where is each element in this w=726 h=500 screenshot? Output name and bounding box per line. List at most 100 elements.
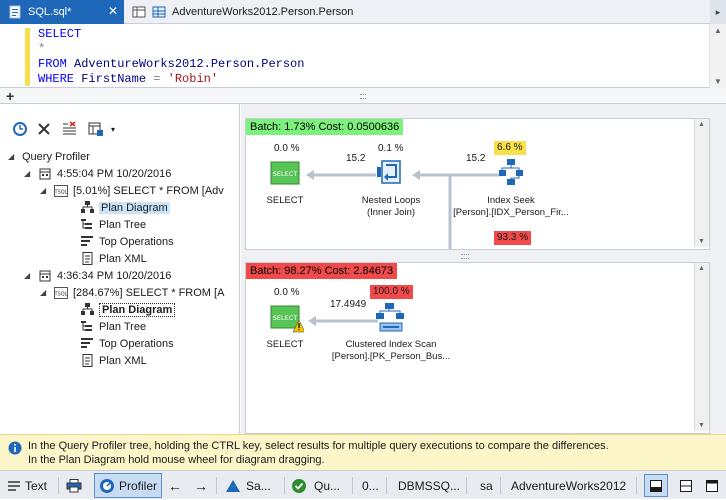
tree-query-2[interactable]: ◢ TSQL [284.67%] SELECT * FROM [A — [40, 284, 224, 301]
sql-editor[interactable]: SELECT * FROM AdventureWorks2012.Person.… — [0, 24, 726, 88]
top-operations-label: Top Operations — [99, 337, 174, 350]
plan-diagram-batch-2[interactable]: Batch: 98.27% Cost: 2.84673 0.0 % SELECT… — [245, 262, 710, 434]
code-line-3: FROM AdventureWorks2012.Person.Person — [38, 57, 305, 71]
diagram-splitter-grip[interactable] — [461, 254, 469, 259]
tree-plan-diagram-2[interactable]: Plan Diagram — [80, 301, 176, 318]
profiler-label: Profiler — [119, 478, 158, 493]
table-options-icon[interactable] — [88, 121, 104, 137]
tab-sql-file[interactable]: SQL.sql* ✕ — [0, 0, 124, 24]
plan-diagram-area[interactable]: Batch: 1.73% Cost: 0.0500636 0.0 % SELEC… — [241, 104, 726, 434]
top-operations-icon — [80, 337, 94, 351]
select-operator-icon[interactable]: SELECT — [270, 161, 300, 185]
tab-scroll-right-icon[interactable]: ▸ — [710, 0, 726, 24]
tab-sql-file-label: SQL.sql* — [28, 6, 72, 18]
status-separator — [466, 477, 467, 494]
close-icon[interactable]: ✕ — [108, 4, 118, 18]
svg-text:TSQL: TSQL — [54, 189, 68, 195]
query-profiler-tree-panel: ▾ ◢ Query Profiler ◢ 4:55:04 PM 10/20/20… — [0, 104, 240, 434]
scroll-up-icon[interactable]: ▲ — [698, 121, 705, 128]
clustered-index-scan-icon[interactable] — [374, 301, 406, 333]
tree-plan-tree-1[interactable]: Plan Tree — [80, 216, 146, 233]
tab-table-view[interactable]: AdventureWorks2012.Person.Person — [124, 0, 354, 24]
layout-split-button[interactable] — [676, 471, 696, 500]
query-status-item[interactable]: Qu... — [292, 471, 340, 500]
calendar-icon — [38, 269, 52, 283]
tree-plan-tree-2[interactable]: Plan Tree — [80, 318, 146, 335]
database-status-item[interactable]: AdventureWorks2012 — [511, 471, 626, 500]
code-line-2: * — [38, 42, 46, 56]
status-separator — [636, 477, 637, 494]
text-view-button[interactable]: Text — [8, 471, 47, 500]
plus-icon[interactable]: + — [6, 89, 14, 103]
editor-scrollbar[interactable]: ▲ ▼ — [709, 24, 726, 88]
batch-cost-header: Batch: 1.73% Cost: 0.0500636 — [246, 119, 404, 135]
server-status-item[interactable]: DBMSSQ... — [398, 471, 460, 500]
status-separator — [58, 477, 59, 494]
index-seek-icon[interactable] — [496, 157, 526, 187]
full-layout-icon — [706, 479, 718, 492]
back-arrow-icon[interactable]: ← — [168, 471, 182, 500]
scroll-up-icon[interactable]: ▲ — [714, 26, 722, 35]
hint-line-2: In the Plan Diagram hold mouse wheel for… — [28, 454, 325, 466]
tree-top-operations-2[interactable]: Top Operations — [80, 335, 174, 352]
sql-file-icon — [8, 5, 22, 19]
rows-status-item[interactable]: 0... — [362, 471, 379, 500]
tree-expanded-icon[interactable]: ◢ — [24, 271, 34, 280]
status-separator — [284, 477, 285, 494]
tree-plan-xml-2[interactable]: Plan XML — [80, 352, 147, 369]
refresh-history-icon[interactable] — [12, 121, 28, 137]
code-line-4: WHERE FirstName = 'Robin' — [38, 72, 219, 86]
select-warning-operator-icon[interactable]: SELECT — [270, 305, 306, 333]
plan-tree-label: Plan Tree — [99, 320, 147, 333]
plan-diagram-label: Plan Diagram — [99, 302, 176, 317]
forward-arrow-icon[interactable]: → — [194, 471, 208, 500]
scroll-down-icon[interactable]: ▼ — [714, 77, 722, 86]
status-separator — [386, 477, 387, 494]
splitter-grip[interactable] — [360, 94, 366, 99]
tree-expanded-icon[interactable]: ◢ — [40, 288, 50, 297]
profiler-button[interactable]: Profiler — [94, 473, 162, 498]
scroll-down-icon[interactable]: ▼ — [698, 238, 705, 245]
clear-all-icon[interactable] — [62, 121, 78, 137]
print-button[interactable] — [66, 471, 82, 500]
tree-query-1[interactable]: ◢ TSQL [5.01%] SELECT * FROM [Adv — [40, 182, 224, 199]
profiler-icon — [99, 478, 115, 494]
sa-status-item[interactable]: Sa... — [226, 471, 271, 500]
tree-expanded-icon[interactable]: ◢ — [24, 169, 34, 178]
tree-plan-diagram-1[interactable]: Plan Diagram — [80, 199, 170, 216]
select-operator-label: SELECT — [266, 339, 304, 350]
editor-splitter[interactable]: + — [0, 88, 726, 104]
plan-diagram-batch-1[interactable]: Batch: 1.73% Cost: 0.0500636 0.0 % SELEC… — [245, 118, 710, 250]
layout-full-button[interactable] — [702, 471, 722, 500]
scroll-up-icon[interactable]: ▲ — [698, 265, 705, 272]
tree-root[interactable]: ◢ Query Profiler — [8, 148, 90, 165]
grid-icon — [152, 5, 166, 19]
diagram-scrollbar[interactable]: ▲ ▼ — [694, 263, 709, 431]
tree-session-2[interactable]: ◢ 4:36:34 PM 10/20/2016 — [24, 267, 171, 284]
user-status-item[interactable]: sa — [480, 471, 493, 500]
text-view-label: Text — [25, 478, 48, 493]
tree-expanded-icon[interactable]: ◢ — [40, 186, 50, 195]
scroll-down-icon[interactable]: ▼ — [698, 422, 705, 429]
clustered-index-scan-label: Clustered Index Scan [Person].[PK_Person_… — [331, 339, 451, 362]
select-cost-pct: 0.0 % — [274, 143, 300, 154]
svg-text:TSQL: TSQL — [54, 291, 68, 297]
nested-loops-icon[interactable] — [376, 157, 406, 187]
plan-xml-label: Plan XML — [99, 252, 147, 265]
scan-cost-pct: 100.0 % — [370, 285, 413, 299]
tree-top-operations-1[interactable]: Top Operations — [80, 233, 174, 250]
select-icon-text: SELECT — [273, 314, 297, 322]
layout-single-button[interactable] — [644, 474, 668, 497]
profiler-toolbar: ▾ — [0, 118, 240, 140]
tree-plan-xml-1[interactable]: Plan XML — [80, 250, 147, 267]
plan-tree-label: Plan Tree — [99, 218, 147, 231]
tree-expanded-icon[interactable]: ◢ — [8, 152, 18, 161]
chevron-down-icon[interactable]: ▾ — [108, 121, 118, 137]
calendar-icon — [38, 167, 52, 181]
delete-icon[interactable] — [36, 121, 52, 137]
diagram-scrollbar[interactable]: ▲ ▼ — [694, 119, 709, 247]
plan-diagram-icon — [80, 201, 94, 215]
status-separator — [352, 477, 353, 494]
tree-session-1[interactable]: ◢ 4:55:04 PM 10/20/2016 — [24, 165, 171, 182]
tab-table-view-label: AdventureWorks2012.Person.Person — [172, 6, 354, 18]
